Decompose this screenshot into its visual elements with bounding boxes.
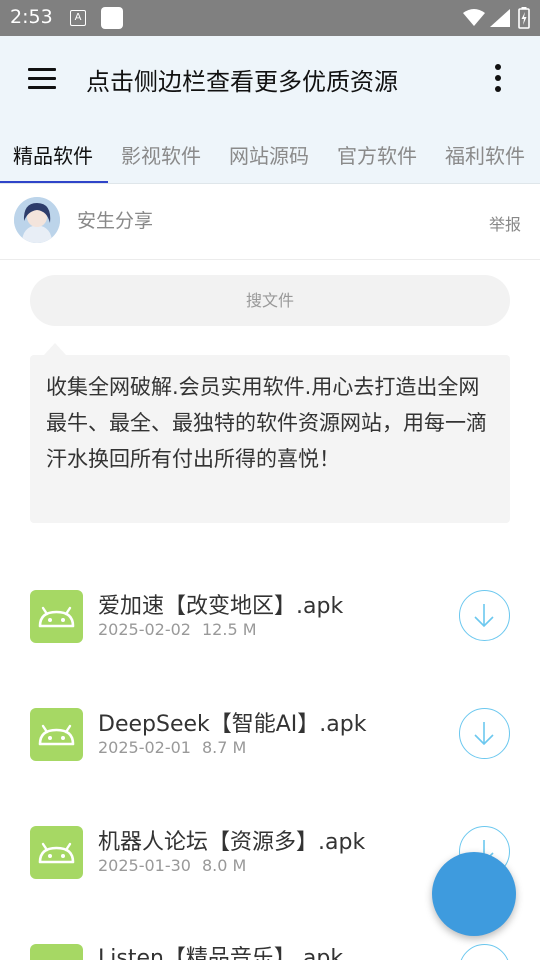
android-icon bbox=[30, 826, 83, 879]
file-item[interactable]: Listen【精品音乐】.apk bbox=[0, 944, 540, 960]
download-button[interactable] bbox=[459, 708, 510, 759]
poster-header: 安生分享 举报 bbox=[0, 184, 540, 260]
signal-icon bbox=[490, 9, 510, 27]
tab-premium-software[interactable]: 精品软件 bbox=[13, 140, 93, 169]
search-input[interactable]: 搜文件 bbox=[30, 275, 510, 326]
file-date: 2025-01-30 bbox=[98, 856, 191, 875]
page-title: 点击侧边栏查看更多优质资源 bbox=[86, 68, 398, 96]
file-date: 2025-02-01 bbox=[98, 738, 191, 757]
file-item[interactable]: 爱加速【改变地区】.apk 2025-02-02 12.5 M bbox=[0, 590, 540, 690]
tab-indicator bbox=[0, 181, 108, 183]
download-button[interactable] bbox=[459, 944, 510, 960]
android-icon bbox=[30, 590, 83, 643]
tab-welfare-software[interactable]: 福利软件 bbox=[445, 140, 525, 169]
app-bar: 点击侧边栏查看更多优质资源 bbox=[0, 36, 540, 120]
file-size: 8.0 M bbox=[202, 856, 247, 875]
floating-action-button[interactable] bbox=[432, 852, 516, 936]
download-arrow-icon bbox=[474, 722, 494, 746]
android-icon bbox=[30, 708, 83, 761]
download-button[interactable] bbox=[459, 590, 510, 641]
tab-website-source[interactable]: 网站源码 bbox=[229, 140, 309, 169]
status-bar: 2:53 A bbox=[0, 0, 540, 36]
square-notification-icon bbox=[101, 7, 123, 29]
bubble-tail bbox=[44, 343, 66, 355]
file-name: 爱加速【改变地区】.apk bbox=[98, 594, 344, 619]
a-notification-icon: A bbox=[70, 10, 86, 26]
file-name: Listen【精品音乐】.apk bbox=[98, 946, 344, 960]
wifi-icon bbox=[463, 9, 485, 26]
file-date: 2025-02-02 bbox=[98, 620, 191, 639]
avatar[interactable] bbox=[14, 197, 60, 243]
status-time: 2:53 bbox=[10, 6, 53, 28]
file-name: 机器人论坛【资源多】.apk bbox=[98, 830, 366, 855]
download-arrow-icon bbox=[474, 604, 494, 628]
android-icon bbox=[30, 944, 83, 960]
tab-bar: 精品软件 影视软件 网站源码 官方软件 福利软件 bbox=[0, 120, 540, 184]
file-size: 8.7 M bbox=[202, 738, 247, 757]
more-options-icon[interactable] bbox=[486, 64, 510, 94]
poster-name: 安生分享 bbox=[77, 210, 154, 232]
description-text: 收集全网破解.会员实用软件.用心去打造出全网最牛、最全、最独特的软件资源网站，用… bbox=[30, 355, 510, 523]
menu-icon[interactable] bbox=[28, 68, 56, 90]
file-name: DeepSeek【智能AI】.apk bbox=[98, 712, 367, 737]
file-item[interactable]: DeepSeek【智能AI】.apk 2025-02-01 8.7 M bbox=[0, 708, 540, 808]
battery-icon bbox=[518, 7, 530, 29]
tab-video-software[interactable]: 影视软件 bbox=[121, 140, 201, 169]
report-link[interactable]: 举报 bbox=[489, 211, 521, 235]
file-size: 12.5 M bbox=[202, 620, 257, 639]
tab-official-software[interactable]: 官方软件 bbox=[337, 140, 417, 169]
